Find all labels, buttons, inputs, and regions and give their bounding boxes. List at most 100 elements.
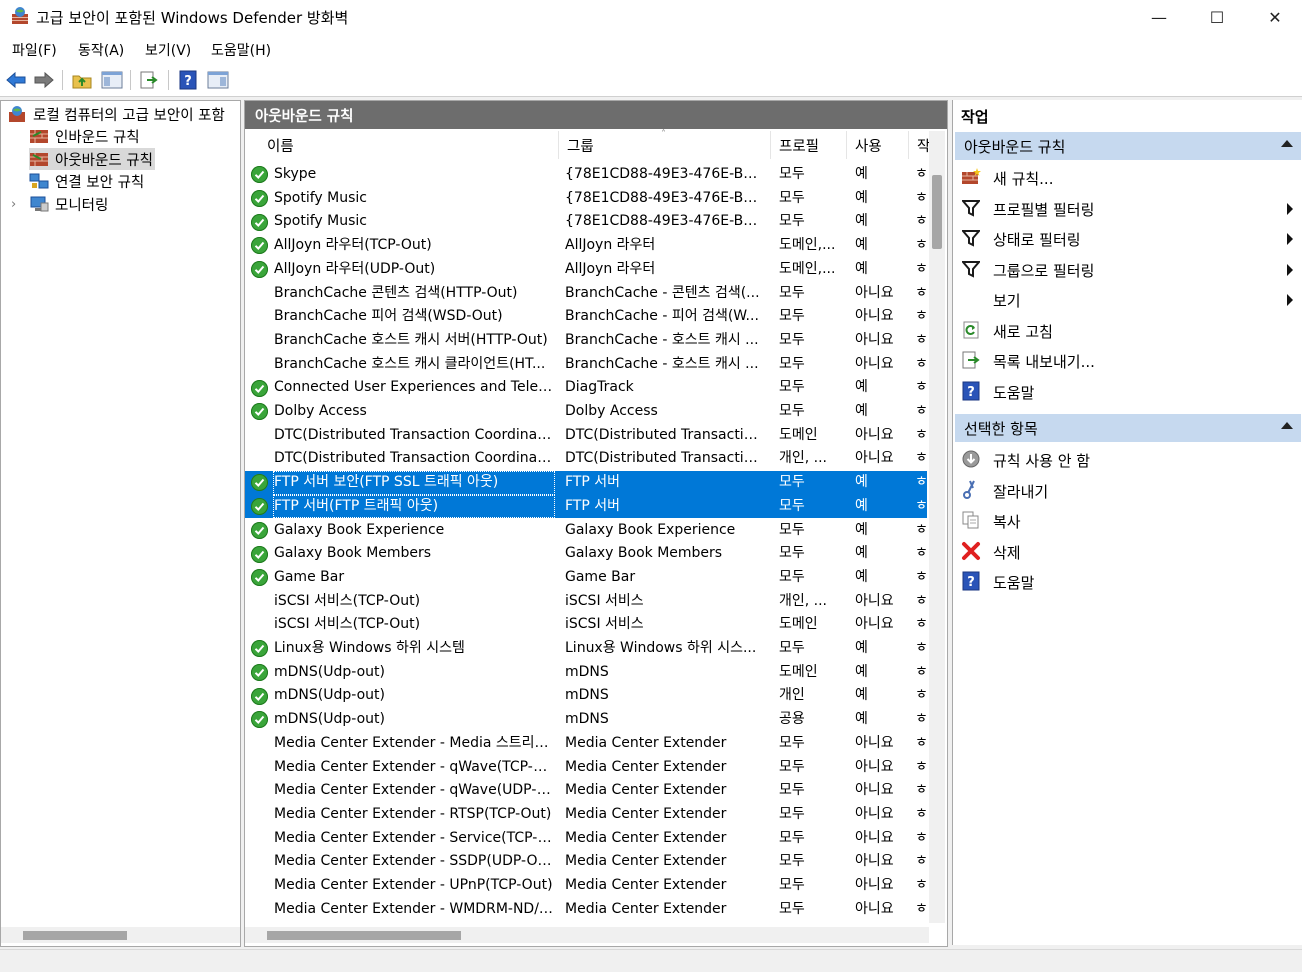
- table-row[interactable]: FTP 서버 보안(FTP SSL 트래픽 아웃) FTP 서버 모두 예 ㅎ: [245, 471, 927, 495]
- table-row[interactable]: DTC(Distributed Transaction Coordinator)…: [245, 424, 927, 448]
- table-row[interactable]: BranchCache 콘텐츠 검색(HTTP-Out) BranchCache …: [245, 282, 927, 306]
- cell-name: Media Center Extender - WMDRM-ND/R...: [274, 900, 555, 917]
- tree-root[interactable]: 로컬 컴퓨터의 고급 보안이 포함: [7, 103, 225, 125]
- disabled-blank-icon: [251, 850, 273, 874]
- cell-enabled: 아니요: [855, 426, 894, 443]
- table-row[interactable]: DTC(Distributed Transaction Coordinator)…: [245, 447, 927, 471]
- table-row[interactable]: BranchCache 피어 검색(WSD-Out) BranchCache - …: [245, 305, 927, 329]
- table-row[interactable]: mDNS(Udp-out) mDNS 공용 예 ㅎ: [245, 708, 927, 732]
- scrollbar-thumb[interactable]: [932, 175, 942, 249]
- toolbar: ?: [0, 64, 1302, 97]
- action-item[interactable]: 프로필별 필터링: [953, 194, 1302, 222]
- cell-enabled: 아니요: [855, 900, 894, 917]
- action-item[interactable]: 잘라내기: [953, 476, 1302, 504]
- export-list-icon[interactable]: [138, 68, 162, 92]
- table-row[interactable]: Linux용 Windows 하위 시스템 Linux용 Windows 하위 시…: [245, 637, 927, 661]
- table-row[interactable]: Skype {78E1CD88-49E3-476E-B926-... 모두 예 ㅎ: [245, 163, 927, 187]
- table-row[interactable]: Connected User Experiences and Telemetry…: [245, 376, 927, 400]
- actions-section-selected-items[interactable]: 선택한 항목: [955, 414, 1301, 442]
- table-row[interactable]: Media Center Extender - Media 스트리밍... Med…: [245, 732, 927, 756]
- action-item[interactable]: 삭제: [953, 537, 1302, 565]
- cell-group: AllJoyn 라우터: [565, 237, 656, 254]
- scrollbar-thumb[interactable]: [23, 931, 127, 940]
- table-row[interactable]: Spotify Music {78E1CD88-49E3-476E-B926-..…: [245, 210, 927, 234]
- table-row[interactable]: Media Center Extender - UPnP(TCP-Out) Med…: [245, 874, 927, 898]
- menu-bar: 파일(F) 동작(A) 보기(V) 도움말(H): [0, 34, 1302, 65]
- cell-enabled: 아니요: [855, 450, 894, 467]
- collapse-icon[interactable]: [1281, 422, 1293, 429]
- table-row[interactable]: Galaxy Book Members Galaxy Book Members 모두…: [245, 542, 927, 566]
- enabled-check-icon: [251, 471, 273, 495]
- minimize-button[interactable]: —: [1130, 0, 1188, 34]
- action-item[interactable]: 보기: [953, 285, 1302, 313]
- show-hide-action-pane-icon[interactable]: [206, 68, 230, 92]
- maximize-button[interactable]: ☐: [1188, 0, 1246, 34]
- table-row[interactable]: BranchCache 호스트 캐시 서버(HTTP-Out) BranchCac…: [245, 329, 927, 353]
- cell-action: ㅎ: [915, 592, 927, 609]
- menu-file[interactable]: 파일(F): [12, 40, 57, 60]
- cell-group: BranchCache - 피어 검색(W...: [565, 308, 759, 325]
- tree-item-inbound-rules[interactable]: 인바운드 규칙: [29, 125, 140, 147]
- menu-view[interactable]: 보기(V): [145, 40, 191, 60]
- menu-action[interactable]: 동작(A): [78, 40, 124, 60]
- action-item[interactable]: 새 규칙...: [953, 163, 1302, 191]
- table-row[interactable]: Spotify Music {78E1CD88-49E3-476E-B926-..…: [245, 187, 927, 211]
- actions-section-outbound-rules[interactable]: 아웃바운드 규칙: [955, 132, 1301, 160]
- help-icon: ?: [961, 381, 981, 401]
- column-header-enabled[interactable]: 사용: [847, 131, 909, 159]
- export-icon: [961, 350, 981, 370]
- close-button[interactable]: ✕: [1246, 0, 1302, 34]
- back-icon[interactable]: [4, 68, 28, 92]
- table-row[interactable]: Galaxy Book Experience Galaxy Book Experi…: [245, 519, 927, 543]
- cell-action: ㅎ: [915, 379, 927, 396]
- action-item[interactable]: 새로 고침: [953, 316, 1302, 344]
- table-row[interactable]: Media Center Extender - WMDRM-ND/R... Med…: [245, 898, 927, 922]
- action-item[interactable]: 복사: [953, 506, 1302, 534]
- table-row[interactable]: AllJoyn 라우터(UDP-Out) AllJoyn 라우터 도메인,... 예 ㅎ: [245, 258, 927, 282]
- table-row[interactable]: mDNS(Udp-out) mDNS 개인 예 ㅎ: [245, 684, 927, 708]
- action-item[interactable]: 그룹으로 필터링: [953, 255, 1302, 283]
- menu-help[interactable]: 도움말(H): [211, 40, 271, 60]
- table-row[interactable]: Media Center Extender - qWave(UDP-Out) Me…: [245, 779, 927, 803]
- tree-item-outbound-rules[interactable]: 아웃바운드 규칙: [29, 148, 155, 170]
- column-header-name[interactable]: 이름: [259, 131, 559, 159]
- tree-item-connection-security-rules[interactable]: 연결 보안 규칙: [29, 170, 144, 192]
- table-row[interactable]: AllJoyn 라우터(TCP-Out) AllJoyn 라우터 도메인,... 예 ㅎ: [245, 234, 927, 258]
- cell-name: mDNS(Udp-out): [274, 687, 385, 704]
- forward-icon[interactable]: [32, 68, 56, 92]
- table-row[interactable]: Media Center Extender - qWave(TCP-Out) Me…: [245, 756, 927, 780]
- table-row[interactable]: Media Center Extender - Service(TCP-Out)…: [245, 827, 927, 851]
- collapse-icon[interactable]: [1281, 140, 1293, 147]
- title-bar: 고급 보안이 포함된 Windows Defender 방화벽 — ☐ ✕: [0, 0, 1302, 34]
- help-icon[interactable]: ?: [176, 68, 200, 92]
- cell-action: ㅎ: [915, 687, 927, 704]
- column-header-action[interactable]: 작: [909, 131, 929, 159]
- action-item[interactable]: 목록 내보내기...: [953, 346, 1302, 374]
- show-hide-tree-icon[interactable]: [100, 68, 124, 92]
- rules-vertical-scrollbar[interactable]: [929, 131, 945, 923]
- tree-item-monitoring[interactable]: › 모니터링: [11, 193, 108, 215]
- up-folder-icon[interactable]: [70, 68, 94, 92]
- column-header-profile[interactable]: 프로필: [771, 131, 847, 159]
- table-row[interactable]: Game Bar Game Bar 모두 예 ㅎ: [245, 566, 927, 590]
- action-label: 목록 내보내기...: [993, 353, 1095, 371]
- table-row[interactable]: Media Center Extender - RTSP(TCP-Out) Med…: [245, 803, 927, 827]
- cell-profile: 모두: [779, 568, 805, 585]
- table-row[interactable]: FTP 서버(FTP 트래픽 아웃) FTP 서버 모두 예 ㅎ: [245, 494, 927, 519]
- table-row[interactable]: mDNS(Udp-out) mDNS 도메인 예 ㅎ: [245, 661, 927, 685]
- action-item[interactable]: 규칙 사용 안 함: [953, 445, 1302, 473]
- table-row[interactable]: BranchCache 호스트 캐시 클라이언트(HT... BranchCach…: [245, 353, 927, 377]
- cell-name: iSCSI 서비스(TCP-Out): [274, 616, 421, 633]
- table-row[interactable]: iSCSI 서비스(TCP-Out) iSCSI 서비스 도메인 아니요 ㅎ: [245, 613, 927, 637]
- action-item[interactable]: 상태로 필터링: [953, 224, 1302, 252]
- scrollbar-thumb[interactable]: [267, 931, 461, 940]
- action-item[interactable]: ? 도움말: [953, 567, 1302, 595]
- expand-chevron-icon[interactable]: ›: [11, 197, 29, 212]
- rules-horizontal-scrollbar[interactable]: [245, 927, 929, 943]
- connection-security-icon: [29, 172, 49, 190]
- table-row[interactable]: Dolby Access Dolby Access 모두 예 ㅎ: [245, 400, 927, 424]
- action-item[interactable]: ? 도움말: [953, 377, 1302, 405]
- table-row[interactable]: Media Center Extender - SSDP(UDP-Out) Med…: [245, 850, 927, 874]
- tree-horizontal-scrollbar[interactable]: [1, 927, 240, 943]
- table-row[interactable]: iSCSI 서비스(TCP-Out) iSCSI 서비스 개인, ... 아니요 ㅎ: [245, 590, 927, 614]
